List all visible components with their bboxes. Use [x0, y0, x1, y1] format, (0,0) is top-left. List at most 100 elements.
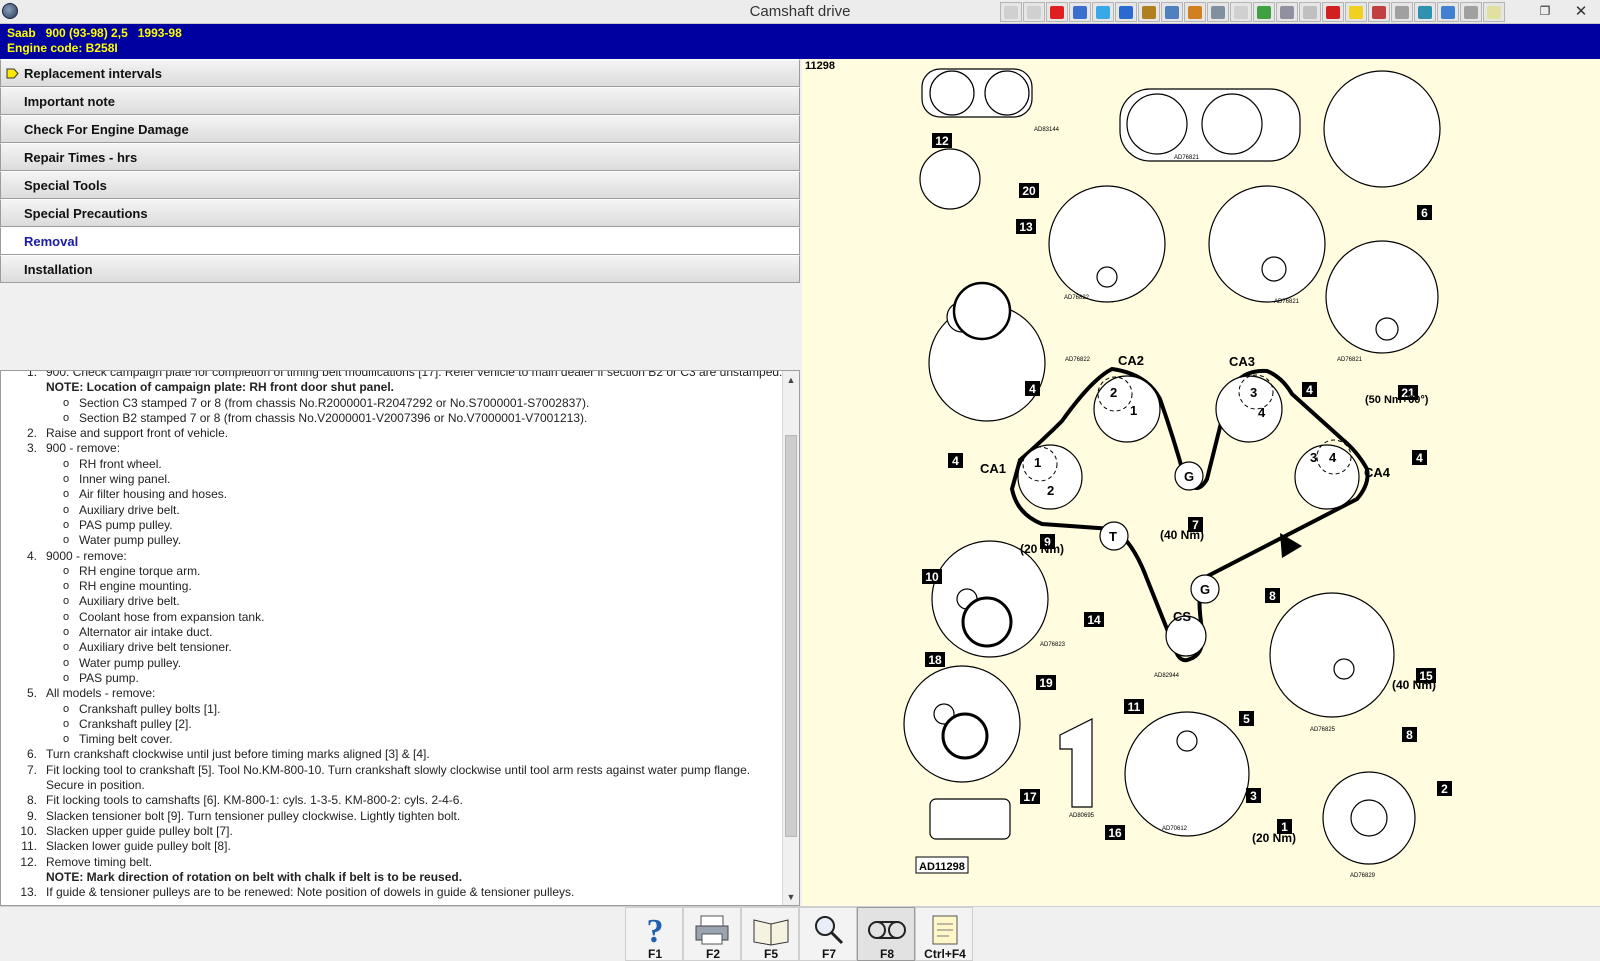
sub-item: o Auxiliary drive belt tensioner.	[1, 640, 783, 655]
scroll-down-icon[interactable]: ▼	[783, 888, 799, 905]
mark-4-ca3: 4	[1258, 405, 1266, 420]
sub-item: o RH front wheel.	[1, 457, 783, 472]
nav-item-check-engine-damage[interactable]: Check For Engine Damage	[0, 115, 800, 143]
bullet-icon: o	[63, 534, 70, 547]
page-icon[interactable]	[1483, 2, 1505, 22]
step-item: 11. Slacken lower guide pulley bolt [8].	[1, 839, 783, 854]
callout-4: 4	[952, 454, 959, 468]
callout-2: 2	[1441, 782, 1448, 796]
nav-item-special-precautions[interactable]: Special Precautions	[0, 199, 800, 227]
fkey-f2-button[interactable]: F2	[683, 907, 741, 961]
warning-icon[interactable]	[1046, 2, 1068, 22]
engine-icon[interactable]	[1253, 2, 1275, 22]
step-number: 13.	[20, 885, 37, 900]
nav-item-replacement-intervals[interactable]: Replacement intervals	[0, 59, 800, 87]
callout-8: 8	[1406, 728, 1413, 742]
step-text: Slacken lower guide pulley bolt [8].	[46, 839, 231, 854]
callout-13: 13	[1019, 220, 1033, 234]
bell-icon-glyph	[1188, 5, 1202, 19]
nav-item-label: Removal	[24, 234, 79, 249]
engine-icon-glyph	[1257, 5, 1271, 19]
step-note: NOTE: Mark direction of rotation on belt…	[46, 869, 463, 884]
step-number: 8.	[26, 793, 37, 808]
nav-item-label: Replacement intervals	[24, 66, 163, 81]
step-text: Turn crankshaft clockwise until just bef…	[46, 747, 430, 762]
restore-button[interactable]: ❐	[1535, 2, 1555, 20]
fkey-f5-button[interactable]: F5	[741, 907, 799, 961]
drawing-code: AD76823	[1040, 642, 1066, 648]
scroll-up-icon[interactable]: ▲	[783, 371, 799, 388]
step-number: 5.	[26, 686, 37, 701]
gear-icon[interactable]	[1115, 2, 1137, 22]
print-icon[interactable]	[1414, 2, 1436, 22]
fkey-ctrl-f4-button[interactable]: Ctrl+F4	[915, 907, 973, 961]
fkey-label: F8	[879, 947, 894, 961]
key-icon[interactable]	[1276, 2, 1298, 22]
app-logo-icon[interactable]	[2, 3, 18, 19]
mark-3-ca4: 3	[1310, 450, 1317, 465]
toolbar	[1000, 2, 1505, 22]
vehicle-model: Saab 900 (93-98) 2,5 1993-98	[7, 26, 182, 40]
drawing-code: AD82944	[1154, 673, 1180, 679]
sub-item-text: Inner wing panel.	[79, 472, 171, 487]
vertical-scrollbar[interactable]: ▲ ▼	[782, 371, 799, 905]
light-icon-glyph	[1349, 5, 1363, 19]
nav-item-repair-times[interactable]: Repair Times - hrs	[0, 143, 800, 171]
diagram-panel[interactable]: 11298 CA1 CA2 CA3 CA4 G T G CS 1 2 2 1 3…	[802, 59, 1600, 906]
nav-item-label: Important note	[24, 94, 115, 109]
sub-item: o Water pump pulley.	[1, 656, 783, 671]
function-key-bar: ? F1 F2 F5 F7 F8 Ctrl+F4	[0, 906, 1600, 961]
star-icon-glyph	[1395, 5, 1409, 19]
chart-icon[interactable]	[1092, 2, 1114, 22]
fkey-f8-button[interactable]: F8	[857, 907, 915, 961]
tool-icon[interactable]	[1138, 2, 1160, 22]
circle-icon[interactable]	[1161, 2, 1183, 22]
nav-item-installation[interactable]: Installation	[0, 255, 800, 283]
star-icon[interactable]	[1391, 2, 1413, 22]
nav-item-removal[interactable]: Removal	[0, 227, 800, 255]
scroll-thumb[interactable]	[785, 435, 797, 837]
photo-icon[interactable]	[1322, 2, 1344, 22]
first-icon[interactable]	[1000, 2, 1022, 22]
bullet-icon: o	[63, 518, 70, 531]
rocket-icon[interactable]	[1437, 2, 1459, 22]
step-number: 7.	[26, 762, 37, 777]
brake-icon-glyph	[1464, 5, 1478, 19]
callout-11: 11	[1128, 700, 1141, 714]
step-number: 10.	[20, 823, 37, 838]
bell-icon[interactable]	[1184, 2, 1206, 22]
mark-2-ca2: 2	[1110, 385, 1117, 400]
sub-item: o Auxiliary drive belt.	[1, 503, 783, 518]
step-item: 9. Slacken tensioner bolt [9]. Turn tensi…	[1, 809, 783, 824]
light-icon[interactable]	[1345, 2, 1367, 22]
car-icon[interactable]	[1230, 2, 1252, 22]
label-ca2: CA2	[1118, 353, 1144, 368]
calendar-icon[interactable]	[1368, 2, 1390, 22]
mark-1-ca2: 1	[1130, 403, 1137, 418]
prev-icon[interactable]	[1023, 2, 1045, 22]
sub-item-text: Timing belt cover.	[79, 732, 173, 747]
nav-item-special-tools[interactable]: Special Tools	[0, 171, 800, 199]
battery-icon[interactable]	[1299, 2, 1321, 22]
nav-item-label: Check For Engine Damage	[24, 122, 189, 137]
bullet-icon: o	[63, 473, 70, 486]
nav-item-important-note[interactable]: Important note	[0, 87, 800, 115]
sub-item: o Crankshaft pulley bolts [1].	[1, 702, 783, 717]
torque-7: (40 Nm)	[1160, 528, 1204, 542]
wrench-icon[interactable]	[1207, 2, 1229, 22]
close-button[interactable]: ✕	[1562, 0, 1600, 22]
fkey-f1-button[interactable]: ? F1	[625, 907, 683, 961]
sub-item-text: Alternator air intake duct.	[79, 625, 213, 640]
fkey-f7-button[interactable]: F7	[799, 907, 857, 961]
instructions-panel[interactable]: 1. 900: Check campaign plate for completi…	[0, 370, 800, 906]
step-text: 900 - remove:	[46, 441, 121, 456]
zoom-icon	[800, 912, 858, 946]
sub-item-text: Section C3 stamped 7 or 8 (from chassis …	[79, 395, 590, 410]
step-text: 9000 - remove:	[46, 548, 127, 563]
rocket-icon-glyph	[1441, 5, 1455, 19]
book-icon[interactable]	[1069, 2, 1091, 22]
gear-icon-glyph	[1119, 5, 1133, 19]
drawing-code: AD76821	[1274, 299, 1300, 305]
sub-item: o Air filter housing and hoses.	[1, 487, 783, 502]
brake-icon[interactable]	[1460, 2, 1482, 22]
